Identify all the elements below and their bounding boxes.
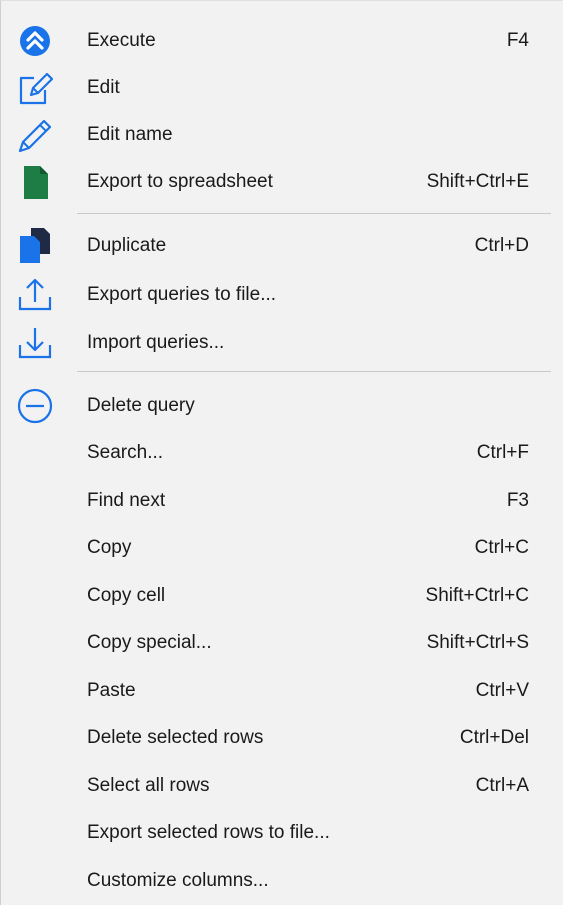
menu-item-shortcut: Ctrl+C: [474, 536, 529, 558]
menu-item-select-all-rows[interactable]: Select all rows Ctrl+A: [1, 762, 557, 809]
menu-item-customize-columns[interactable]: Customize columns...: [1, 857, 557, 904]
menu-item-label: Find next: [87, 489, 166, 511]
upload-arrow-icon: [15, 275, 55, 315]
menu-item-shortcut: F3: [506, 489, 529, 511]
menu-item-label: Export selected rows to file...: [87, 821, 330, 843]
menu-item-shortcut: Ctrl+Del: [459, 726, 529, 748]
menu-item-shortcut: Shift+Ctrl+C: [425, 584, 529, 606]
menu-item-label: Import queries...: [87, 331, 225, 353]
menu-item-paste[interactable]: Paste Ctrl+V: [1, 667, 557, 714]
menu-item-export-selected-rows[interactable]: Export selected rows to file...: [1, 809, 557, 856]
menu-item-search[interactable]: Search... Ctrl+F: [1, 429, 557, 476]
menu-item-edit[interactable]: Edit: [1, 64, 557, 111]
menu-item-label: Export to spreadsheet: [87, 170, 273, 192]
menu-item-find-next[interactable]: Find next F3: [1, 477, 557, 524]
menu-item-export-to-spreadsheet[interactable]: Export to spreadsheet Shift+Ctrl+E: [1, 158, 557, 205]
menu-item-label: Delete selected rows: [87, 726, 264, 748]
duplicate-files-icon: [15, 226, 55, 266]
menu-item-label: Copy cell: [87, 584, 166, 606]
menu-item-import-queries[interactable]: Import queries...: [1, 319, 557, 366]
menu-item-shortcut: Shift+Ctrl+E: [426, 170, 529, 192]
menu-item-label: Copy special...: [87, 631, 212, 653]
menu-item-label: Copy: [87, 536, 132, 558]
menu-item-label: Export queries to file...: [87, 283, 277, 305]
menu-separator: [77, 371, 551, 372]
menu-item-shortcut: Ctrl+V: [475, 679, 529, 701]
menu-item-shortcut: Ctrl+F: [476, 441, 529, 463]
menu-item-label: Select all rows: [87, 774, 210, 796]
menu-item-shortcut: Ctrl+D: [474, 234, 529, 256]
context-menu: Execute F4 Edit Edit name Export to spre…: [0, 0, 563, 905]
menu-item-delete-selected-rows[interactable]: Delete selected rows Ctrl+Del: [1, 714, 557, 761]
menu-item-export-queries[interactable]: Export queries to file...: [1, 271, 557, 318]
menu-separator: [77, 213, 551, 214]
minus-circle-icon: [15, 386, 55, 426]
menu-item-execute[interactable]: Execute F4: [1, 17, 557, 64]
menu-item-copy[interactable]: Copy Ctrl+C: [1, 524, 557, 571]
pencil-icon: [15, 115, 55, 155]
menu-item-duplicate[interactable]: Duplicate Ctrl+D: [1, 222, 557, 269]
menu-item-copy-special[interactable]: Copy special... Shift+Ctrl+S: [1, 619, 557, 666]
menu-item-label: Customize columns...: [87, 869, 269, 891]
menu-item-label: Edit: [87, 76, 120, 98]
menu-item-shortcut: F4: [506, 29, 529, 51]
download-arrow-icon: [15, 323, 55, 363]
menu-item-copy-cell[interactable]: Copy cell Shift+Ctrl+C: [1, 572, 557, 619]
menu-item-label: Execute: [87, 29, 156, 51]
menu-item-label: Duplicate: [87, 234, 167, 256]
execute-chevrons-up-icon: [15, 21, 55, 61]
menu-item-edit-name[interactable]: Edit name: [1, 111, 557, 158]
edit-pencil-box-icon: [15, 68, 55, 108]
menu-item-delete-query[interactable]: Delete query: [1, 382, 557, 429]
menu-item-label: Search...: [87, 441, 164, 463]
menu-item-shortcut: Shift+Ctrl+S: [426, 631, 529, 653]
menu-item-label: Delete query: [87, 394, 195, 416]
menu-item-label: Paste: [87, 679, 136, 701]
menu-item-shortcut: Ctrl+A: [475, 774, 529, 796]
menu-item-label: Edit name: [87, 123, 173, 145]
spreadsheet-file-icon: [15, 162, 55, 202]
